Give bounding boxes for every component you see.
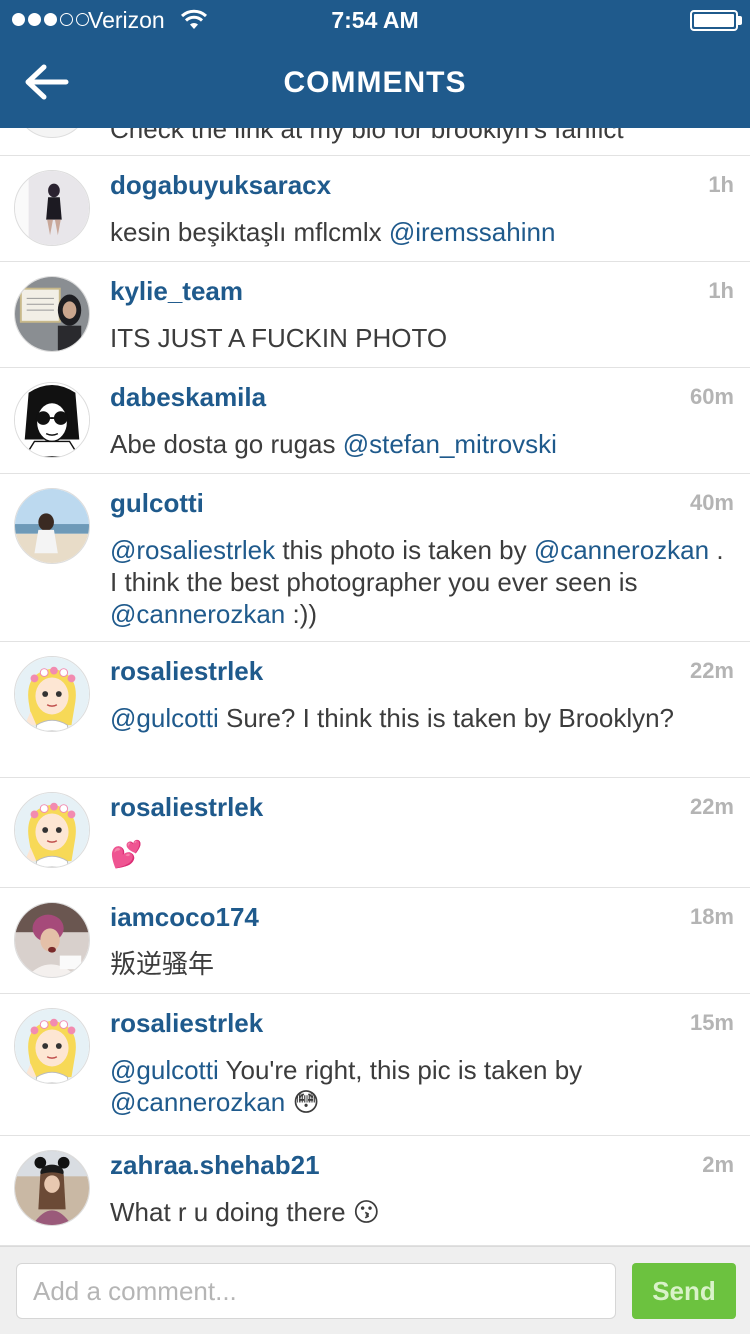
comment-text-segment: 叛逆骚年 (110, 949, 215, 979)
comment-text: 💕 (110, 838, 730, 870)
comments-list[interactable]: Check the link at my bio for brooklyn's … (0, 128, 750, 1246)
top-bar: Verizon 7:54 AM COMMENTS (0, 0, 750, 128)
comment-text: kesin beşiktaşlı mflcmlx @iremssahinn (110, 216, 730, 248)
mention-link[interactable]: @cannerozkan (110, 599, 285, 629)
mention-link[interactable]: @rosaliestrlek (110, 535, 275, 565)
comment-text-segment: 💕 (110, 839, 143, 869)
comment-text: What r u doing there 😗 (110, 1196, 730, 1228)
comment-timestamp: 22m (689, 794, 734, 819)
comment-text-segment: 😳 (285, 1087, 320, 1117)
page-title: COMMENTS (283, 66, 467, 99)
comment-username[interactable]: dogabuyuksaracx (110, 170, 331, 201)
comment-row: rosaliestrlek 22m 💕 (0, 778, 750, 888)
comment-username[interactable]: iamcoco174 (110, 902, 259, 933)
comment-username[interactable]: rosaliestrlek (110, 1008, 263, 1039)
comment-text-segment: kesin beşiktaşlı mflcmlx (110, 217, 389, 247)
comment-username[interactable]: rosaliestrlek (110, 792, 263, 823)
avatar[interactable] (14, 1150, 90, 1226)
comment-text-segment: Abe dosta go rugas (110, 429, 343, 459)
avatar[interactable] (14, 276, 90, 352)
comment-username[interactable]: rosaliestrlek (110, 656, 263, 687)
clock: 7:54 AM (331, 7, 419, 33)
comment-row: zahraa.shehab21 2m What r u doing there 😗 (0, 1136, 750, 1246)
comment-timestamp: 1h (708, 278, 734, 303)
comment-timestamp: 1h (708, 172, 734, 197)
comment-text: ITS JUST A FUCKIN PHOTO (110, 322, 730, 354)
avatar[interactable] (14, 128, 90, 138)
partial-comment: Check the link at my bio for brooklyn's … (0, 128, 750, 156)
avatar[interactable] (14, 488, 90, 564)
comment-row: rosaliestrlek 15m @gulcotti You're right, … (0, 994, 750, 1136)
comment-text-segment: :)) (285, 599, 318, 629)
comment-text: 叛逆骚年 (110, 948, 730, 980)
mention-link[interactable]: @gulcotti (110, 703, 219, 733)
comment-timestamp: 40m (689, 490, 734, 515)
comment-username[interactable]: kylie_team (110, 276, 243, 307)
mention-link[interactable]: @stefan_mitrovski (343, 429, 557, 459)
avatar[interactable] (14, 382, 90, 458)
comment-input[interactable] (16, 1263, 616, 1319)
nav-bar: COMMENTS (0, 40, 750, 128)
avatar[interactable] (14, 170, 90, 246)
comment-row: dabeskamila 60m Abe dosta go rugas @stefan… (0, 368, 750, 474)
comment-text-segment: ITS JUST A FUCKIN PHOTO (110, 323, 448, 353)
comment-composer: Send (0, 1246, 750, 1334)
comment-username[interactable]: gulcotti (110, 488, 204, 519)
comment-row: iamcoco174 18m 叛逆骚年 (0, 888, 750, 994)
comment-text-segment: this photo is taken by (275, 535, 534, 565)
comment-timestamp: 18m (689, 904, 734, 929)
comment-text: @rosaliestrlek this photo is taken by @c… (110, 534, 730, 630)
battery-icon (690, 10, 738, 31)
comment-text-segment: You're right, this pic is taken by (218, 1055, 583, 1085)
comment-timestamp: 60m (689, 384, 734, 409)
comment-text: Abe dosta go rugas @stefan_mitrovski (110, 428, 730, 460)
avatar[interactable] (14, 656, 90, 732)
comment-text: @gulcotti You're right, this pic is take… (110, 1054, 730, 1118)
comment-row: kylie_team 1h ITS JUST A FUCKIN PHOTO (0, 262, 750, 368)
status-bar: Verizon 7:54 AM (0, 0, 750, 40)
send-button[interactable]: Send (632, 1263, 736, 1319)
comment-text-segment: What r u doing there 😗 (110, 1197, 380, 1227)
mention-link[interactable]: @gulcotti (110, 1055, 219, 1085)
avatar[interactable] (14, 1008, 90, 1084)
comment-username[interactable]: zahraa.shehab21 (110, 1150, 320, 1181)
comment-text-segment: Sure? I think this is taken by Brooklyn? (218, 703, 675, 733)
comment-username[interactable]: dabeskamila (110, 382, 266, 413)
comment-row: dogabuyuksaracx 1h kesin beşiktaşlı mflcml… (0, 156, 750, 262)
avatar[interactable] (14, 902, 90, 978)
mention-link[interactable]: @cannerozkan (534, 535, 709, 565)
comment-timestamp: 22m (689, 658, 734, 683)
comment-row: gulcotti 40m @rosaliestrlek this photo is … (0, 474, 750, 642)
comment-text: @gulcotti Sure? I think this is taken by… (110, 702, 730, 734)
avatar[interactable] (14, 792, 90, 868)
mention-link[interactable]: @iremssahinn (389, 217, 556, 247)
comment-text: Check the link at my bio for brooklyn's … (110, 128, 624, 144)
comment-row: rosaliestrlek 22m @gulcotti Sure? I think … (0, 642, 750, 778)
comment-timestamp: 2m (702, 1152, 734, 1177)
comment-timestamp: 15m (689, 1010, 734, 1035)
mention-link[interactable]: @cannerozkan (110, 1087, 285, 1117)
